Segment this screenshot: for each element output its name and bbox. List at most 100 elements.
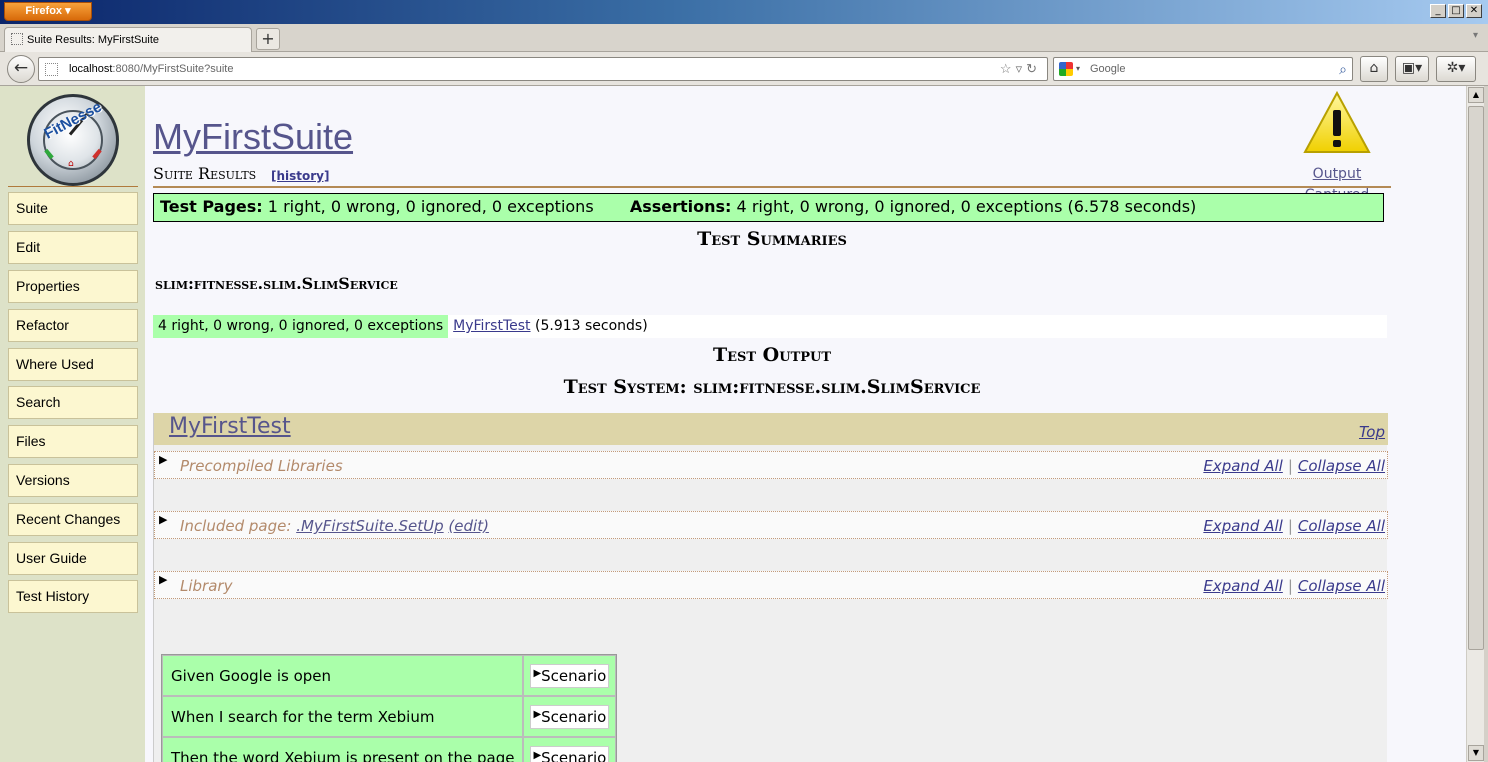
collapsible-section-library[interactable]: ▶ Library Expand All | Collapse All xyxy=(154,571,1388,599)
collapse-all-link[interactable]: Collapse All xyxy=(1298,457,1385,475)
table-row: Then the word Xebium is present on the p… xyxy=(162,737,617,762)
sidebar-item-user-guide[interactable]: User Guide xyxy=(8,542,138,575)
url-bar-icons: ☆▿↻ xyxy=(1000,58,1041,80)
search-bar[interactable]: ▾ Google ⌕ xyxy=(1053,57,1353,81)
google-engine-icon[interactable] xyxy=(1059,62,1073,76)
scroll-down-icon[interactable]: ▼ xyxy=(1468,745,1484,761)
new-tab-button[interactable]: + xyxy=(256,28,280,50)
test-name-link[interactable]: MyFirstTest xyxy=(169,414,291,439)
page-type-label: Suite Results xyxy=(153,164,257,183)
expand-all-link[interactable]: Expand All xyxy=(1203,577,1282,595)
expand-arrow-icon[interactable]: ▶ xyxy=(159,573,167,586)
test-pages-counts: 1 right, 0 wrong, 0 ignored, 0 exception… xyxy=(267,197,594,216)
scenario-toggle[interactable]: ▶Scenario xyxy=(530,745,610,762)
fitnesse-logo[interactable]: ⌂ FitNesse xyxy=(27,94,119,186)
table-row: When I search for the term Xebium ▶Scena… xyxy=(162,696,617,737)
back-arrow-icon: ← xyxy=(13,58,29,78)
sidebar-item-recent-changes[interactable]: Recent Changes xyxy=(8,503,138,536)
section-controls: Expand All | Collapse All xyxy=(1203,577,1385,595)
collapse-all-link[interactable]: Collapse All xyxy=(1298,577,1385,595)
test-pages-label: Test Pages: xyxy=(160,197,263,216)
page-viewport: ⌂ FitNesse Suite Edit Properties Refacto… xyxy=(0,86,1466,762)
home-button[interactable]: ⌂ xyxy=(1360,56,1388,82)
test-system-heading: Test System: slim:fitnesse.slim.SlimServ… xyxy=(563,376,981,398)
test-result-block: MyFirstTest Top ▶ Precompiled Libraries … xyxy=(153,413,1388,762)
expand-all-link[interactable]: Expand All xyxy=(1203,517,1282,535)
sidebar-item-refactor[interactable]: Refactor xyxy=(8,309,138,342)
section-title: Included page: .MyFirstSuite.SetUp (edit… xyxy=(180,517,489,535)
vertical-scrollbar[interactable]: ▲ ▼ xyxy=(1466,86,1484,762)
bookmarks-button[interactable]: ▣▾ xyxy=(1395,56,1429,82)
scenario-step-cell: When I search for the term Xebium xyxy=(162,696,524,737)
search-icon[interactable]: ⌕ xyxy=(1339,58,1347,80)
top-link[interactable]: Top xyxy=(1359,423,1385,441)
scrollbar-thumb[interactable] xyxy=(1468,106,1484,650)
site-identity-icon[interactable] xyxy=(45,63,58,76)
scenario-cell: ▶Scenario xyxy=(523,696,617,737)
section-title: Library xyxy=(180,577,233,595)
suite-summary-bar: Test Pages: 1 right, 0 wrong, 0 ignored,… xyxy=(153,193,1384,222)
scroll-up-icon[interactable]: ▲ xyxy=(1468,87,1484,103)
included-page-link[interactable]: .MyFirstSuite.SetUp xyxy=(296,517,443,535)
sidebar-item-search[interactable]: Search xyxy=(8,386,138,419)
included-page-prefix: Included page: xyxy=(180,517,297,535)
sidebar-item-properties[interactable]: Properties xyxy=(8,270,138,303)
sidebar-item-test-history[interactable]: Test History xyxy=(8,580,138,613)
engine-dropdown-icon[interactable]: ▾ xyxy=(1076,58,1080,80)
section-controls: Expand All | Collapse All xyxy=(1203,457,1385,475)
close-icon[interactable]: ✕ xyxy=(1466,4,1482,18)
sidebar-divider xyxy=(8,186,138,187)
scenario-cell: ▶Scenario xyxy=(523,655,617,696)
test-summaries-heading: Test Summaries xyxy=(697,228,847,250)
scenario-step-cell: Then the word Xebium is present on the p… xyxy=(162,737,524,762)
bookmark-star-icon[interactable]: ☆ xyxy=(1000,61,1016,76)
home-icon: ⌂ xyxy=(68,159,74,169)
collapsible-section-precompiled-libraries[interactable]: ▶ Precompiled Libraries Expand All | Colla… xyxy=(154,451,1388,479)
back-button[interactable]: ← xyxy=(7,55,35,83)
header-divider xyxy=(153,186,1391,188)
addon-button[interactable]: ✲▾ xyxy=(1436,56,1476,82)
collapsible-section-included-page[interactable]: ▶ Included page: .MyFirstSuite.SetUp (ed… xyxy=(154,511,1388,539)
sidebar-item-edit[interactable]: Edit xyxy=(8,231,138,264)
test-summary-link[interactable]: MyFirstTest xyxy=(453,318,530,334)
firefox-menu-button[interactable]: Firefox ▾ xyxy=(4,2,92,21)
expand-all-link[interactable]: Expand All xyxy=(1203,457,1282,475)
collapse-all-link[interactable]: Collapse All xyxy=(1298,517,1385,535)
maximize-icon[interactable]: □ xyxy=(1448,4,1464,18)
reload-icon[interactable]: ↻ xyxy=(1026,61,1041,76)
expand-arrow-icon: ▶ xyxy=(533,667,542,679)
sidebar-item-versions[interactable]: Versions xyxy=(8,464,138,497)
controls-separator: | xyxy=(1287,457,1293,475)
scenario-step-cell: Given Google is open xyxy=(162,655,524,696)
window-border xyxy=(1484,86,1488,762)
test-output-heading: Test Output xyxy=(712,344,832,366)
history-link[interactable]: [history] xyxy=(271,169,330,183)
history-dropdown-icon[interactable]: ▿ xyxy=(1016,61,1027,76)
controls-separator: | xyxy=(1287,577,1293,595)
assertions-counts: 4 right, 0 wrong, 0 ignored, 0 exception… xyxy=(736,197,1197,216)
url-host: localhost xyxy=(69,63,113,75)
sidebar: ⌂ FitNesse Suite Edit Properties Refacto… xyxy=(0,86,145,762)
tab-list-chevron-icon[interactable]: ▾ xyxy=(1473,30,1478,41)
page-title[interactable]: MyFirstSuite xyxy=(153,116,353,158)
sidebar-item-suite[interactable]: Suite xyxy=(8,192,138,225)
sidebar-item-where-used[interactable]: Where Used xyxy=(8,348,138,381)
sidebar-item-files[interactable]: Files xyxy=(8,425,138,458)
test-summary-counts: 4 right, 0 wrong, 0 ignored, 0 exception… xyxy=(153,315,449,338)
scenario-toggle[interactable]: ▶Scenario xyxy=(530,704,610,729)
scenario-label: Scenario xyxy=(541,666,607,685)
window-titlebar: Firefox ▾ _ □ ✕ xyxy=(0,0,1488,24)
firefox-menu-label: Firefox xyxy=(25,5,63,17)
tab-bar: Suite Results: MyFirstSuite + ▾ xyxy=(0,24,1488,52)
edit-link[interactable]: (edit) xyxy=(448,517,489,535)
scenario-label: Scenario xyxy=(541,748,607,762)
browser-tab-active[interactable]: Suite Results: MyFirstSuite xyxy=(4,27,252,52)
minimize-icon[interactable]: _ xyxy=(1430,4,1446,18)
expand-arrow-icon[interactable]: ▶ xyxy=(159,513,167,526)
test-system-label: slim:fitnesse.slim.SlimService xyxy=(155,274,398,293)
assertions-label: Assertions: xyxy=(629,197,732,216)
url-bar[interactable]: localhost:8080/MyFirstSuite?suite ☆▿↻ xyxy=(38,57,1048,81)
warning-icon[interactable] xyxy=(1302,90,1372,156)
scenario-toggle[interactable]: ▶Scenario xyxy=(530,663,610,688)
expand-arrow-icon[interactable]: ▶ xyxy=(159,453,167,466)
